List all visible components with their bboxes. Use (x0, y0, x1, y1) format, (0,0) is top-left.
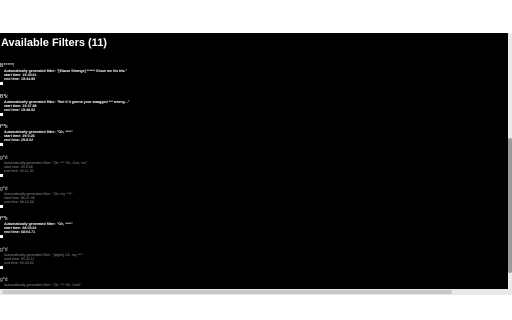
filter-detail-line: end time: 15:48.92 (4, 108, 36, 112)
filter-detail-line: end time: 90:43.62 (4, 261, 34, 265)
filter-detail-line: end time: 29:11.35 (4, 169, 34, 173)
vertical-scrollbar[interactable] (508, 33, 512, 289)
filter-toggle-checkbox[interactable] (0, 174, 3, 177)
filter-detail-line: end time: 68:04.71 (4, 230, 36, 234)
filter-toggle-checkbox[interactable] (0, 235, 3, 238)
filter-details: Automatically generated filter: "[sighs]… (4, 253, 83, 265)
filter-toggle-checkbox[interactable] (0, 113, 3, 116)
filter-details: Automatically generated filter: "Oh, ***… (4, 161, 87, 173)
filter-detail-line: end time: 66:22.86 (4, 200, 34, 204)
filter-details: Automatically generated filter: "Oh, ***… (4, 283, 81, 287)
top-bar (0, 0, 512, 33)
bottom-area (0, 295, 512, 320)
filter-details: Automatically generated filter: "[Elazar… (4, 69, 127, 81)
filters-panel: Available Filters (11) B*****! Automatica… (0, 33, 508, 289)
horizontal-scroll-thumb[interactable] (2, 290, 452, 294)
filter-details: Automatically generated filter: "Oh, my … (4, 192, 73, 204)
filter-details: Automatically generated filter: "Oh, ***… (4, 222, 73, 234)
filter-detail-line: Automatically generated filter: "Oh, ***… (4, 283, 82, 287)
filter-details: Automatically generated filter: "Oh, ***… (4, 130, 73, 142)
vertical-scroll-thumb[interactable] (508, 138, 512, 273)
browser-window: Available Filters (11) B*****! Automatica… (0, 0, 512, 320)
filter-toggle-checkbox[interactable] (0, 205, 3, 208)
filter-toggle-checkbox[interactable] (0, 143, 3, 146)
filter-detail-line: end time: 29:8.02 (4, 138, 34, 142)
filter-details: Automatically generated filter: "But if … (4, 100, 129, 112)
filter-toggle-checkbox[interactable] (0, 266, 3, 269)
filter-toggle-checkbox[interactable] (0, 82, 3, 85)
filter-detail-line: end time: 15:44.89 (4, 77, 36, 81)
page-title: Available Filters (11) (1, 37, 107, 49)
